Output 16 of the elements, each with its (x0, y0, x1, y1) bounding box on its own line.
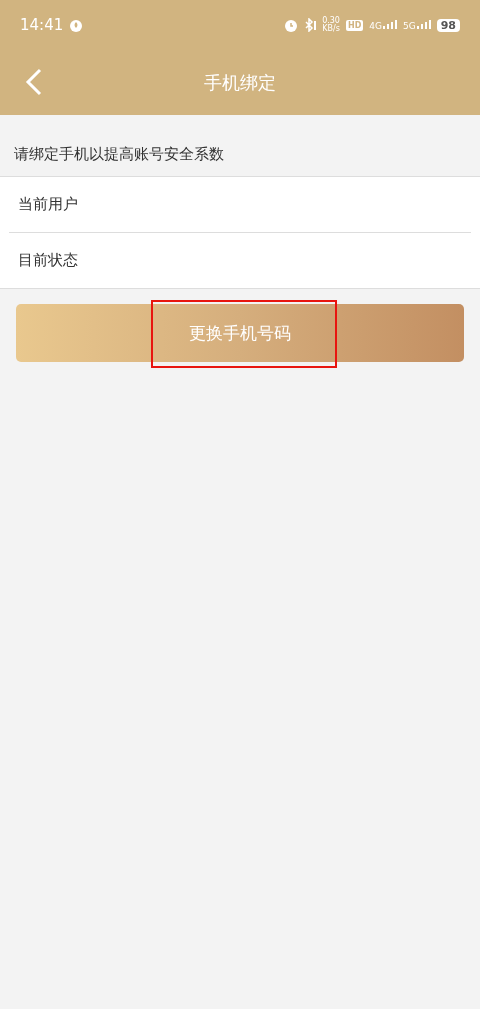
bluetooth-icon (304, 18, 317, 32)
battery-level: 98 (436, 18, 460, 32)
hd-badge: HD (345, 19, 364, 31)
signal-icon (383, 19, 397, 31)
page-title: 手机绑定 (204, 70, 276, 95)
list-row[interactable]: 目前状态 (9, 232, 471, 288)
network-type: 4G (369, 20, 382, 31)
back-icon[interactable] (24, 68, 44, 96)
alarm-icon (284, 18, 299, 32)
hint-text: 请绑定手机以提高账号安全系数 (13, 144, 225, 165)
signal-icon (416, 19, 431, 31)
network-speed: 0.30 (322, 17, 340, 25)
network-type: 5G (403, 20, 416, 31)
clock: 14:41 (20, 16, 64, 34)
speed-unit: KB/s (322, 25, 340, 33)
list-row[interactable]: 当前用户 (9, 177, 471, 232)
